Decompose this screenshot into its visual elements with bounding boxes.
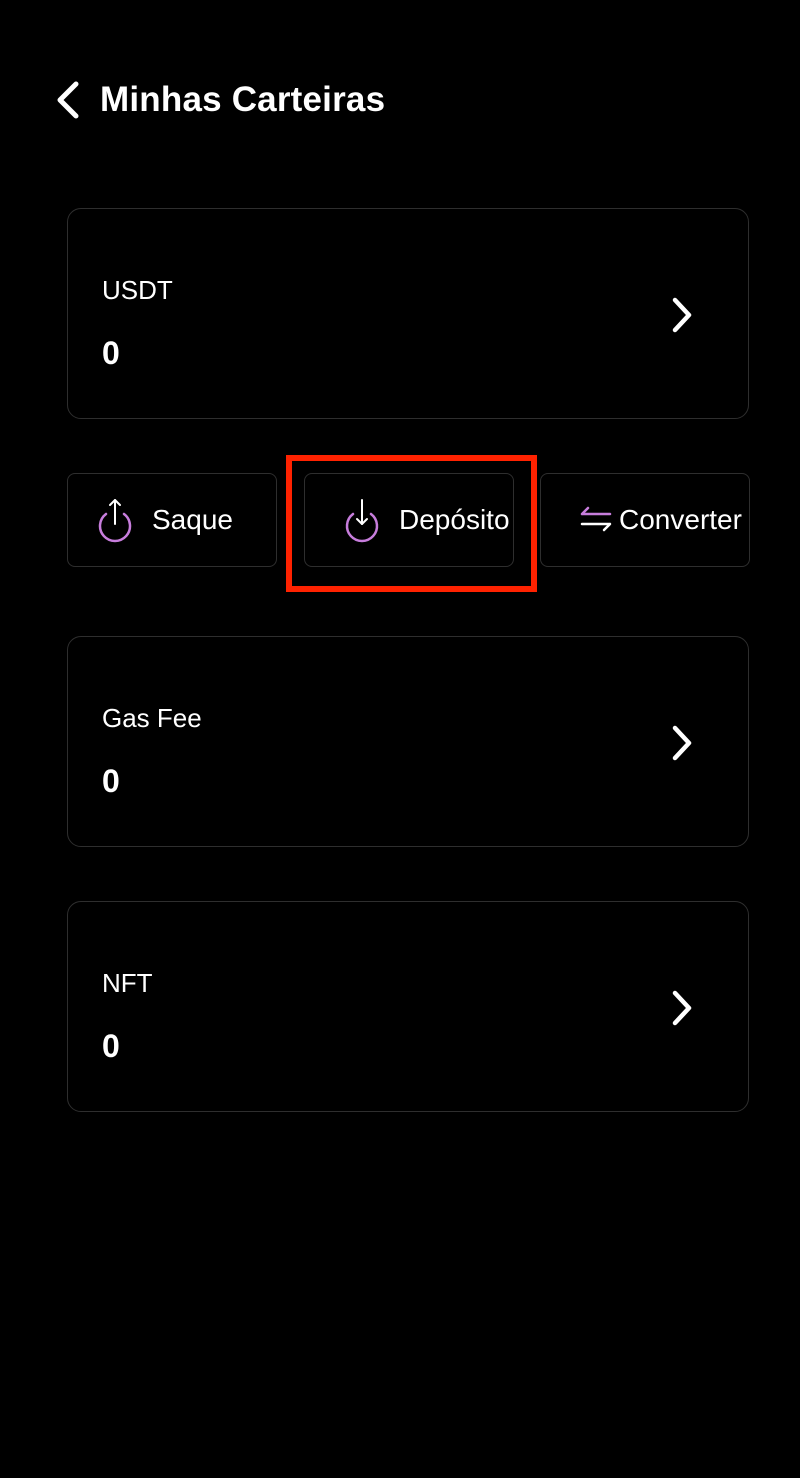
wallet-name: Gas Fee — [102, 703, 202, 733]
wallets-screen: Minhas Carteiras USDT 0 Saque Depósito C… — [0, 0, 800, 1478]
deposit-button[interactable]: Depósito — [304, 473, 514, 567]
convert-label: Converter — [619, 504, 742, 535]
header: Minhas Carteiras — [52, 78, 385, 122]
back-button[interactable] — [52, 78, 86, 122]
chevron-left-icon — [57, 81, 79, 119]
deposit-icon — [345, 499, 379, 543]
chevron-right-icon — [672, 297, 692, 333]
page-title: Minhas Carteiras — [100, 80, 386, 119]
convert-icon — [580, 506, 612, 532]
wallet-card-nft[interactable]: NFT 0 — [67, 901, 749, 1112]
wallet-amount: 0 — [102, 335, 120, 371]
deposit-label: Depósito — [399, 504, 510, 535]
wallet-amount: 0 — [102, 1028, 120, 1064]
withdraw-icon — [98, 499, 132, 543]
chevron-right-icon — [672, 990, 692, 1026]
wallet-name: USDT — [102, 275, 173, 305]
withdraw-label: Saque — [152, 504, 233, 535]
wallet-amount: 0 — [102, 763, 120, 799]
wallet-name: NFT — [102, 968, 153, 998]
wallet-card-usdt[interactable]: USDT 0 — [67, 208, 749, 419]
chevron-right-icon — [672, 725, 692, 761]
withdraw-button[interactable]: Saque — [67, 473, 277, 567]
convert-button[interactable]: Converter — [540, 473, 750, 567]
wallet-card-gas-fee[interactable]: Gas Fee 0 — [67, 636, 749, 847]
